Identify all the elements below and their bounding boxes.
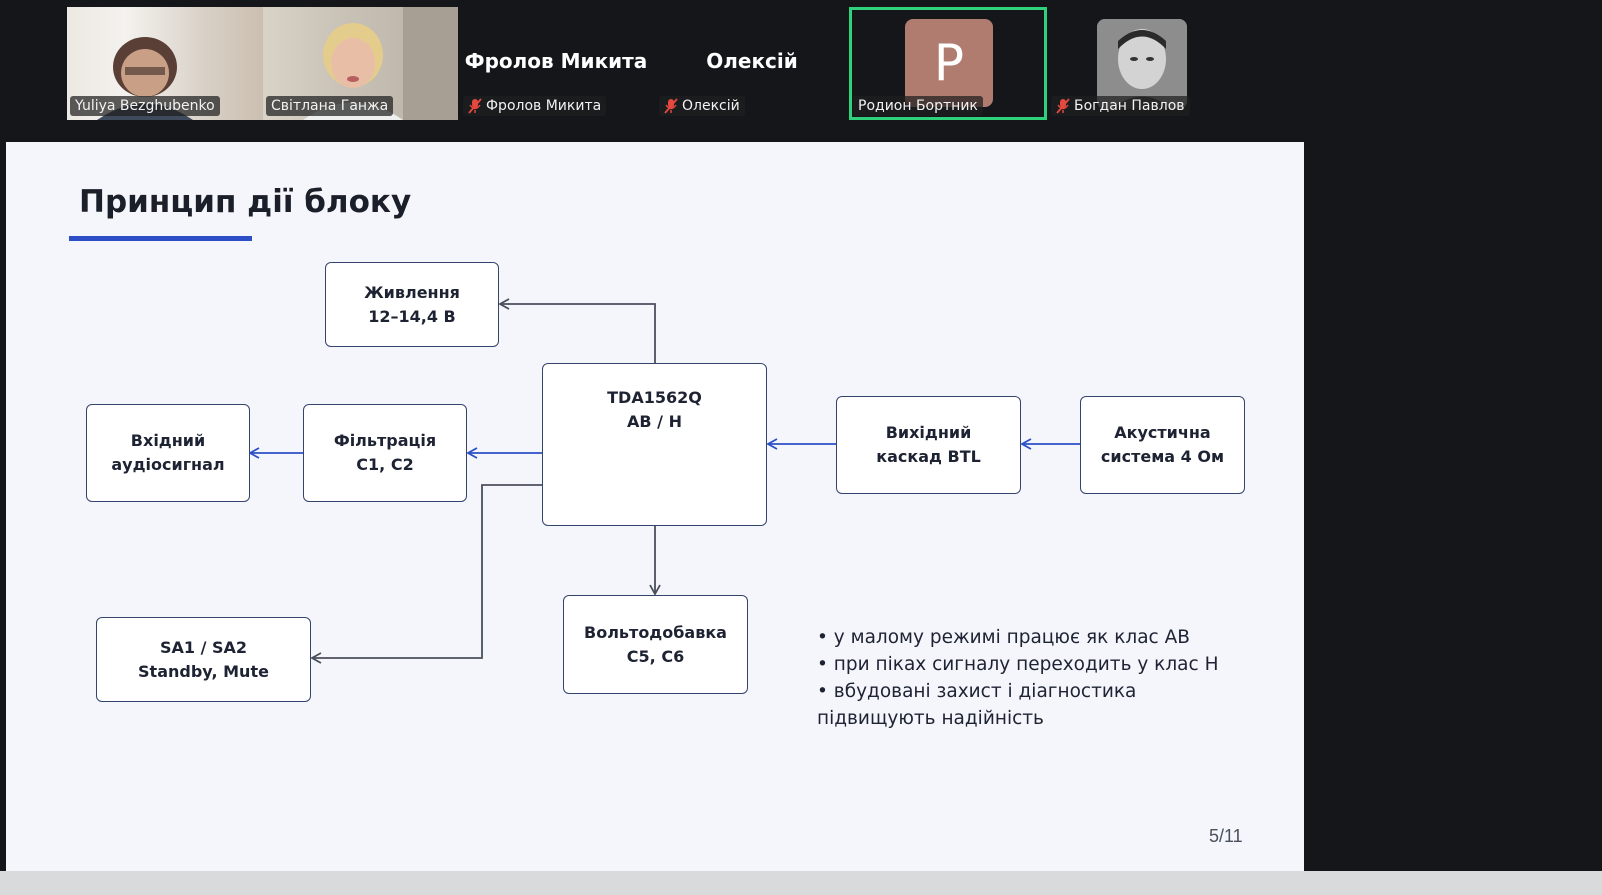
- participant-name-tag: Богдан Павлов: [1051, 96, 1190, 116]
- bullet-item: • у малому режимі працює як клас AB: [817, 627, 1190, 648]
- mic-muted-icon: [468, 98, 482, 114]
- participant-tile-5[interactable]: P Родион Бортник: [849, 7, 1047, 120]
- participant-strip: Yuliya Bezghubenko Світлана Ганжа Фролов…: [0, 0, 1602, 140]
- participant-name-tag: Олексій: [659, 96, 745, 116]
- mic-muted-icon: [664, 98, 678, 114]
- participant-tile-6[interactable]: Богдан Павлов: [1047, 7, 1243, 120]
- bullet-item: підвищують надійність: [817, 708, 1044, 729]
- block-power: Живлення 12–14,4 В: [325, 262, 499, 347]
- bullet-list: • у малому режимі працює як клас AB • пр…: [817, 624, 1218, 732]
- participant-tile-3[interactable]: Фролов Микита Фролов Микита: [458, 7, 654, 120]
- block-speaker: Акустична система 4 Ом: [1080, 396, 1245, 494]
- participant-name-tag: Світлана Ганжа: [266, 96, 394, 116]
- block-output: Вихідний каскад BTL: [836, 396, 1021, 494]
- participant-name-tag: Фролов Микита: [463, 96, 607, 116]
- participant-display-name: Фролов Микита: [464, 49, 648, 73]
- bullet-item: • вбудовані захист і діагностика: [817, 681, 1137, 702]
- connector-chip-power: [498, 298, 656, 363]
- participant-display-name: Олексій: [706, 49, 798, 73]
- block-input: Вхідний аудіосигнал: [86, 404, 250, 502]
- page-number: 5/11: [1209, 826, 1243, 846]
- participant-tile-1[interactable]: Yuliya Bezghubenko: [67, 7, 263, 120]
- block-boost: Вольтодобавка C5, C6: [563, 595, 748, 694]
- bottom-edge: [0, 871, 1602, 895]
- participant-name-tag: Yuliya Bezghubenko: [70, 96, 220, 116]
- bullet-item: • при піках сигналу переходить у клас H: [817, 654, 1219, 675]
- block-switch: SA1 / SA2 Standby, Mute: [96, 617, 311, 702]
- participant-name-tag: Родион Бортник: [853, 96, 983, 116]
- participant-tile-4[interactable]: Олексій Олексій: [654, 7, 850, 120]
- block-chip: TDA1562Q AB / H: [542, 363, 767, 526]
- mic-muted-icon: [1056, 98, 1070, 114]
- block-filter: Фільтрація C1, C2: [303, 404, 467, 502]
- connector-chip-switch: [310, 484, 542, 664]
- avatar: P: [905, 19, 993, 107]
- participant-tile-2[interactable]: Світлана Ганжа: [263, 7, 458, 120]
- shared-slide: Принцип дії блоку Живлення 12–14,4 В TDA…: [6, 142, 1304, 871]
